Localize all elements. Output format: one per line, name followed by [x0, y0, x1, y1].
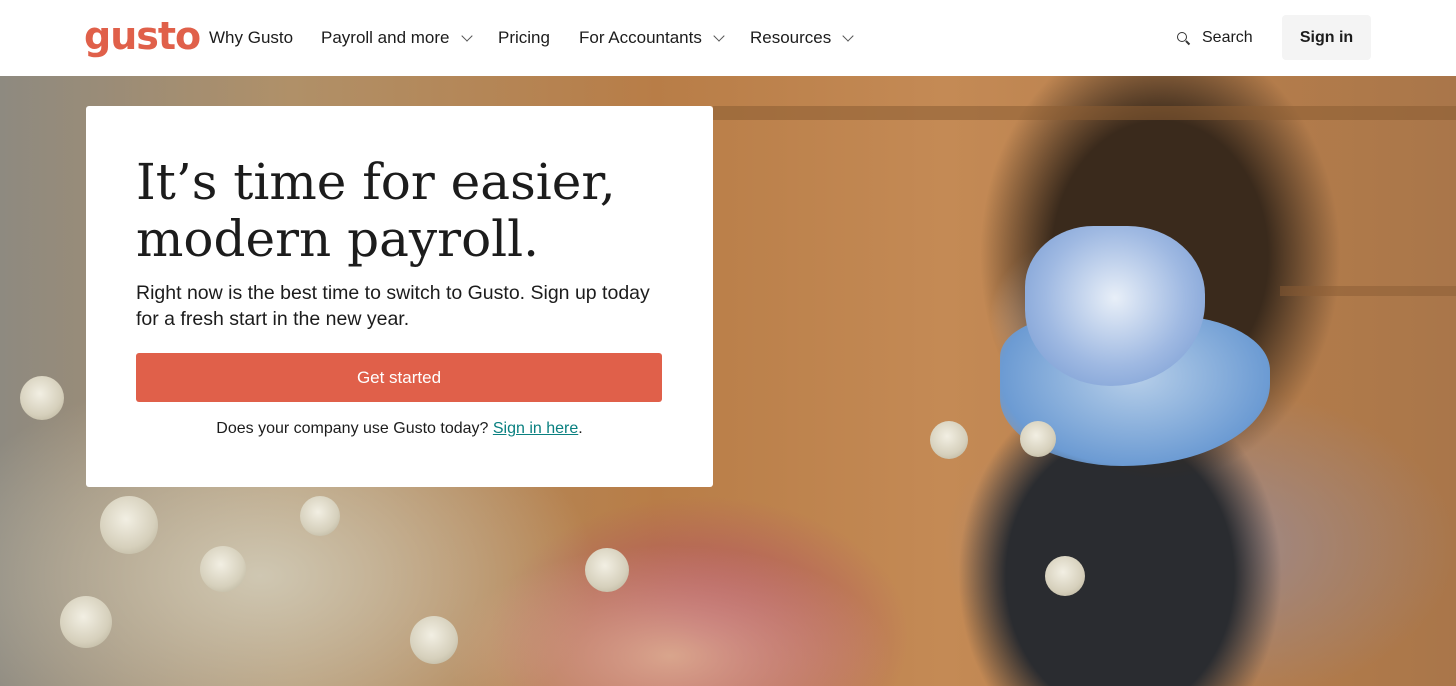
gusto-logo[interactable]: gusto	[84, 14, 201, 58]
thistle-flower	[1020, 421, 1056, 457]
thistle-flower	[585, 548, 629, 592]
nav-accountants-label: For Accountants	[579, 28, 702, 47]
get-started-button[interactable]: Get started	[136, 353, 662, 402]
sign-in-prompt-suffix: .	[578, 420, 583, 437]
sign-in-button[interactable]: Sign in	[1282, 15, 1371, 60]
thistle-flower	[20, 376, 64, 420]
thistle-flower	[930, 421, 968, 459]
nav-why-gusto[interactable]: Why Gusto	[209, 26, 293, 50]
search-button[interactable]: Search	[1176, 26, 1253, 50]
hero-subtext: Right now is the best time to switch to …	[136, 282, 650, 330]
nav-payroll-label: Payroll and more	[321, 28, 450, 47]
chevron-down-icon	[713, 29, 725, 42]
nav-payroll-and-more[interactable]: Payroll and more	[321, 26, 473, 50]
thistle-flower	[200, 546, 246, 592]
nav-resources[interactable]: Resources	[750, 26, 854, 50]
thistle-flower	[1045, 556, 1085, 596]
sign-in-here-link[interactable]: Sign in here	[493, 420, 578, 437]
sign-in-prompt-text: Does your company use Gusto today?	[216, 420, 493, 437]
thistle-flower	[100, 496, 158, 554]
wooden-shelf	[713, 106, 1456, 120]
nav-pricing-label: Pricing	[498, 28, 550, 47]
hero-card: It’s time for easier, modern payroll. Ri…	[86, 106, 713, 487]
nav-why-gusto-label: Why Gusto	[209, 28, 294, 47]
page-title: It’s time for easier, modern payroll.	[136, 153, 616, 268]
search-label: Search	[1202, 29, 1253, 46]
thistle-flower	[60, 596, 112, 648]
nav-for-accountants[interactable]: For Accountants	[579, 26, 725, 50]
search-icon	[1176, 31, 1190, 45]
nav-pricing[interactable]: Pricing	[498, 26, 550, 50]
chevron-down-icon	[842, 29, 854, 42]
wooden-shelf	[1280, 286, 1456, 296]
thistle-flower	[300, 496, 340, 536]
chevron-down-icon	[460, 29, 473, 42]
sign-in-prompt: Does your company use Gusto today? Sign …	[86, 418, 713, 440]
thistle-flower	[410, 616, 458, 664]
site-header: gusto Why Gusto Payroll and more Pricing…	[0, 0, 1456, 76]
nav-resources-label: Resources	[750, 28, 832, 47]
